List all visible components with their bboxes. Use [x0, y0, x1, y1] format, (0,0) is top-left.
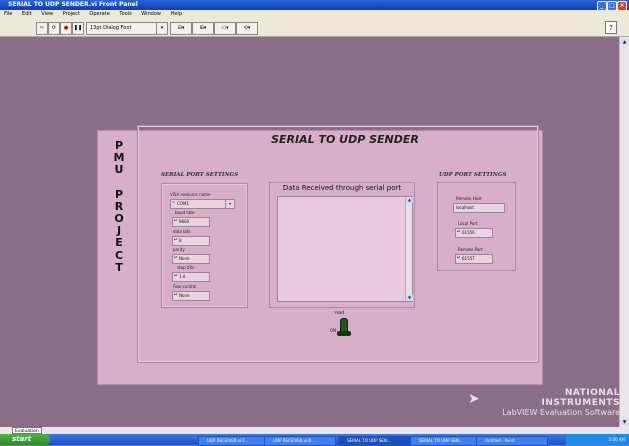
remote-host-field[interactable]: localhost: [453, 203, 505, 213]
visa-value: COM1: [177, 201, 189, 206]
stepper-icon[interactable]: ▴▾: [457, 230, 460, 233]
chevron-down-icon[interactable]: ▾: [156, 22, 168, 35]
font-selector[interactable]: 13pt Dialog Font: [86, 22, 159, 35]
local-port-label: Local Port: [458, 221, 478, 226]
data-bits-field[interactable]: ▴▾ 8: [172, 236, 210, 246]
remote-port-label: Remote Port: [458, 247, 483, 252]
stop-bits-field[interactable]: ▴▾ 1.0: [172, 272, 210, 282]
side-char: T: [115, 260, 123, 274]
vertical-scrollbar[interactable]: ▲ ▼: [619, 37, 629, 427]
remote-host-label: Remote Host: [456, 196, 482, 201]
help-button[interactable]: ?: [605, 21, 617, 34]
flow-control-field[interactable]: ▴▾ None: [172, 291, 210, 301]
stepper-icon[interactable]: ▴▾: [174, 238, 177, 241]
flow-label: flow control: [173, 284, 197, 289]
menu-bar: File Edit View Project Operate Tools Win…: [0, 10, 629, 19]
databits-label: data bits: [173, 229, 191, 234]
window-title: SERIAL TO UDP SENDER.vi Front Panel: [8, 1, 138, 8]
brand-line2: INSTRUMENTS: [541, 398, 620, 408]
menu-help[interactable]: Help: [171, 11, 182, 17]
brand-line3: LabVIEW Evaluation Software: [502, 408, 620, 417]
brand-line1: NATIONAL: [564, 388, 620, 398]
baud-value: 9600: [179, 219, 190, 224]
clock: 3:00 AM: [608, 437, 625, 442]
side-gap: [112, 177, 126, 189]
align-icon[interactable]: ⊟▾: [170, 22, 192, 35]
scroll-up-icon[interactable]: ▲: [621, 39, 628, 45]
visa-label: VISA resource name: [170, 192, 211, 197]
toggle-base: [337, 331, 351, 336]
stepper-icon[interactable]: ▴▾: [174, 274, 177, 277]
visa-browse-button[interactable]: ▾: [225, 199, 235, 209]
abort-icon[interactable]: ●: [60, 22, 72, 35]
menu-edit[interactable]: Edit: [22, 11, 32, 17]
parity-field[interactable]: ▴▾ None: [172, 254, 210, 264]
run-continuously-icon[interactable]: ⟳: [48, 22, 60, 35]
stepper-icon[interactable]: ▴▾: [174, 293, 177, 296]
menu-window[interactable]: Window: [141, 11, 161, 17]
baud-label: baud rate: [175, 210, 195, 215]
side-project-text: P M U P R O J E C T: [112, 139, 126, 274]
local-port-field[interactable]: ▴▾ 61556: [455, 228, 493, 238]
ni-branding: NATIONAL INSTRUMENTS LabVIEW Evaluation …: [480, 388, 620, 418]
menu-view[interactable]: View: [41, 11, 53, 17]
stepper-icon[interactable]: ▴▾: [174, 219, 177, 222]
menu-tools[interactable]: Tools: [119, 11, 131, 17]
flow-value: None: [179, 293, 190, 298]
serial-section-title: SERIAL PORT SETTINGS: [161, 172, 239, 178]
remote-host-value: localhost: [456, 205, 474, 210]
parity-label: parity: [173, 247, 185, 252]
scroll-down-icon[interactable]: ▼: [621, 419, 628, 425]
remote-port-field[interactable]: ▴▾ 61557: [455, 254, 493, 264]
side-char: E: [115, 236, 123, 250]
visa-icon: %: [172, 200, 175, 204]
read-label: read: [335, 310, 345, 315]
side-char: C: [114, 248, 124, 262]
menu-project[interactable]: Project: [63, 11, 80, 17]
read-state-label: ON: [330, 328, 337, 333]
title-bar: SERIAL TO UDP SENDER.vi Front Panel _ □ …: [0, 0, 629, 11]
stopbits-value: 1.0: [179, 274, 186, 279]
scroll-up-icon[interactable]: ▲: [406, 197, 413, 203]
baud-rate-field[interactable]: ▴▾ 9600: [172, 217, 210, 227]
data-received-textarea[interactable]: [277, 196, 413, 302]
page-title: SERIAL TO UDP SENDER: [271, 133, 419, 146]
evaluation-tag: Evaluation: [12, 427, 42, 434]
stopbits-label: stop bits: [177, 265, 195, 270]
pause-icon[interactable]: ❚❚: [72, 22, 84, 35]
side-char: P: [114, 187, 124, 201]
menu-file[interactable]: File: [4, 11, 12, 17]
side-char: U: [114, 163, 124, 177]
resize-icon[interactable]: ▭▾: [214, 22, 236, 35]
local-port-value: 61556: [462, 230, 475, 235]
remote-port-value: 61557: [462, 256, 475, 261]
data-received-title: Data Received through serial port: [282, 184, 402, 192]
stepper-icon[interactable]: ▴▾: [457, 256, 460, 259]
reorder-icon[interactable]: ⟲▾: [236, 22, 258, 35]
stepper-icon[interactable]: ▴▾: [174, 256, 177, 259]
toolbar: ⇨ ⟳ ● ❚❚ 13pt Dialog Font ▾ ⊟▾ ⊞▾ ▭▾ ⟲▾: [0, 19, 629, 37]
parity-value: None: [179, 256, 190, 261]
distribute-icon[interactable]: ⊞▾: [192, 22, 214, 35]
scroll-down-icon[interactable]: ▼: [406, 295, 413, 301]
horizontal-scrollbar[interactable]: [40, 427, 629, 434]
databits-value: 8: [179, 238, 182, 243]
menu-operate[interactable]: Operate: [89, 11, 109, 17]
start-button[interactable]: start: [0, 434, 50, 445]
font-selector-value: 13pt Dialog Font: [90, 25, 132, 31]
udp-section-title: UDP PORT SETTINGS: [439, 172, 507, 178]
run-arrow-icon[interactable]: ⇨: [36, 22, 48, 35]
system-tray: 3:00 AM: [566, 434, 629, 445]
data-scrollbar[interactable]: ▲ ▼: [405, 197, 413, 301]
